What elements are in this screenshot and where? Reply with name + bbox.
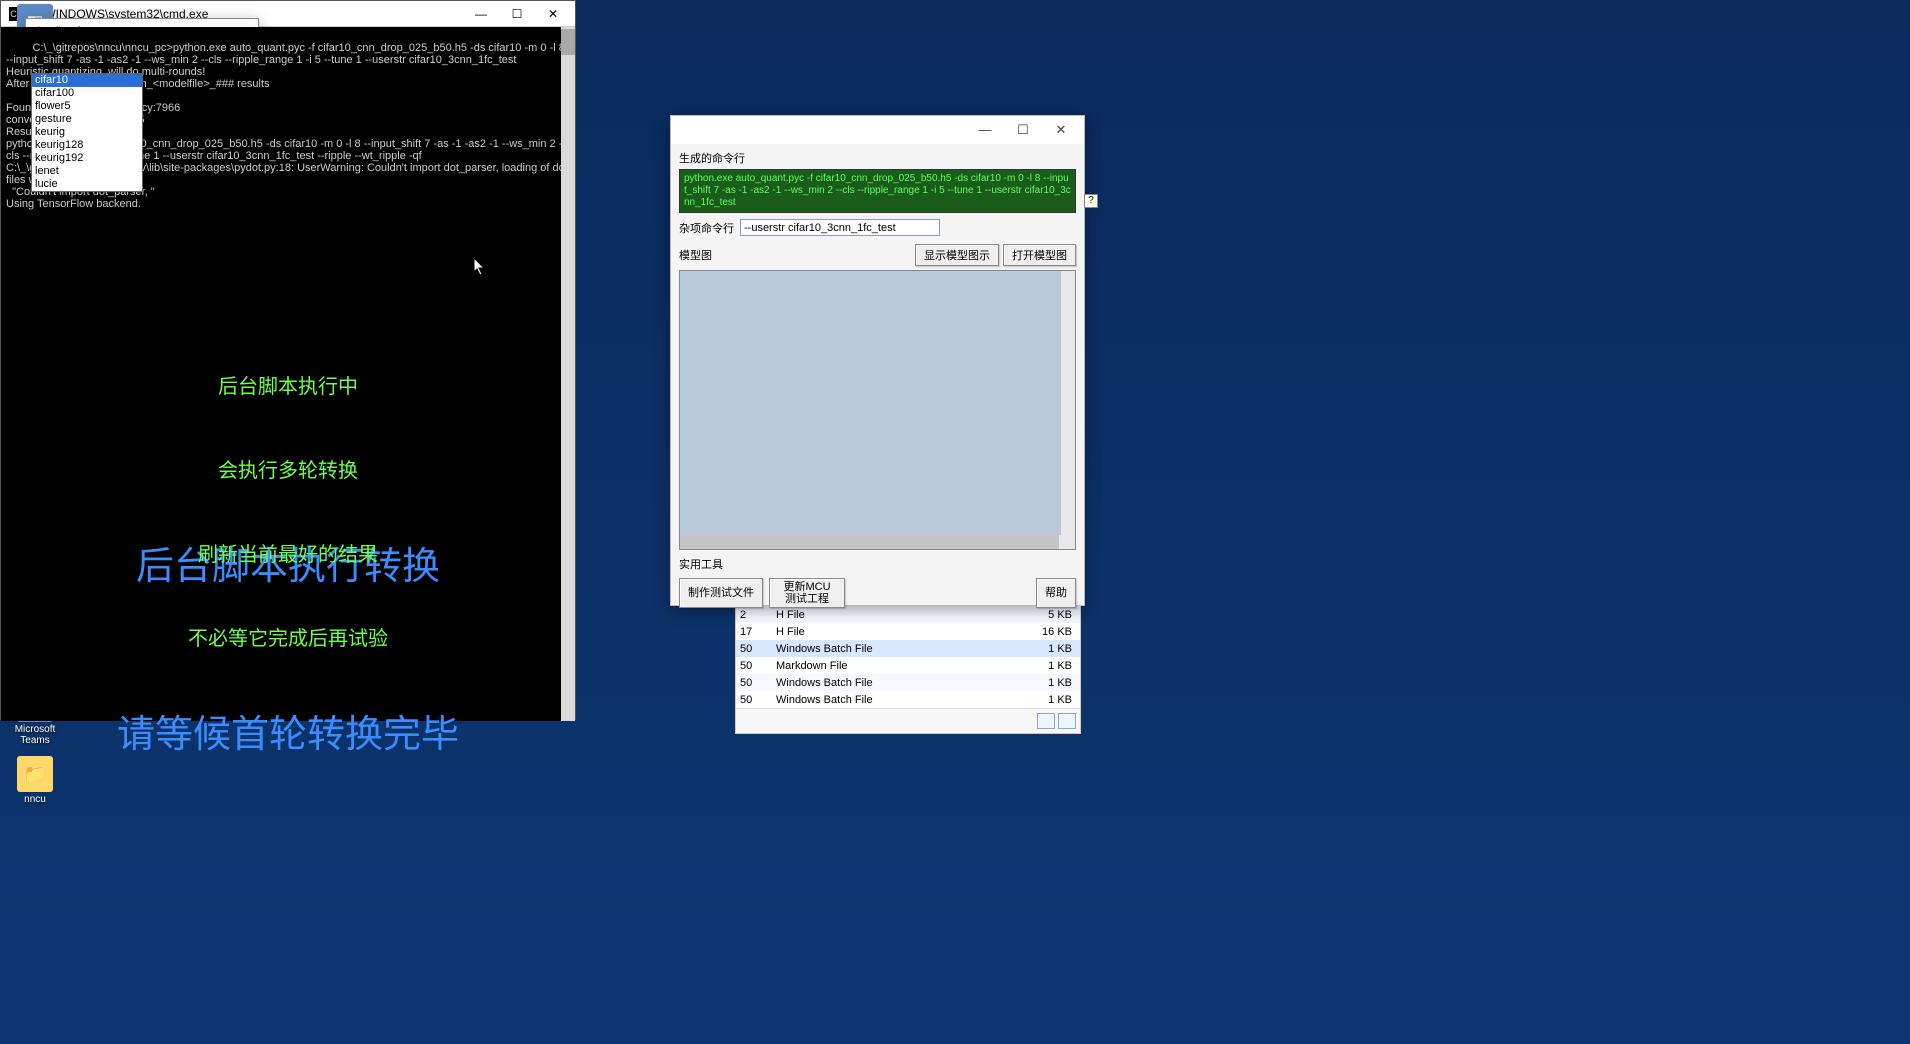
help-button[interactable]: 帮助: [1036, 578, 1076, 608]
file-list[interactable]: 2H File5 KB17H File16 KB50Windows Batch …: [735, 605, 1081, 734]
maximize-icon[interactable]: ☐: [1004, 122, 1042, 138]
dropdown-option[interactable]: keurig192: [32, 152, 142, 165]
util-tools-label: 实用工具: [679, 556, 1076, 572]
model-graph-label: 模型图: [679, 247, 911, 263]
extra-cmdline-label: 杂项命令行: [679, 220, 734, 236]
open-model-button[interactable]: 打开模型图: [1003, 244, 1076, 266]
gui-window: — ☐ ✕ 生成的命令行 python.exe auto_quant.pyc -…: [670, 115, 1085, 606]
dropdown-option[interactable]: keurig: [32, 126, 142, 139]
dropdown-option[interactable]: keurig128: [32, 139, 142, 152]
show-model-button[interactable]: 显示模型图示: [915, 244, 999, 266]
dropdown-option[interactable]: cifar100: [32, 87, 142, 100]
file-row[interactable]: 17H File16 KB: [736, 623, 1080, 640]
file-row[interactable]: 50Windows Batch File1 KB: [736, 640, 1080, 657]
close-icon[interactable]: ✕: [535, 7, 571, 21]
maximize-icon[interactable]: ☐: [499, 7, 535, 21]
dropdown-option[interactable]: gesture: [32, 113, 142, 126]
file-row[interactable]: 50Windows Batch File1 KB: [736, 691, 1080, 708]
view-list-icon[interactable]: [1058, 713, 1076, 729]
dropdown-option[interactable]: cifar10: [32, 74, 142, 87]
dataset-dropdown[interactable]: cifar10cifar100flower5gesturekeurigkeuri…: [31, 73, 143, 192]
make-test-button[interactable]: 制作测试文件: [679, 578, 763, 608]
gen-cmdline-box[interactable]: python.exe auto_quant.pyc -f cifar10_cnn…: [679, 169, 1076, 213]
file-row[interactable]: 50Windows Batch File1 KB: [736, 674, 1080, 691]
minimize-icon[interactable]: —: [966, 122, 1004, 138]
dropdown-option[interactable]: lenet: [32, 165, 142, 178]
dropdown-option[interactable]: lucie: [32, 178, 142, 191]
overlay-status: 后台脚本执行中 会执行多轮转换 刷新当前最好的结果 不必等它完成后再试验: [1, 317, 575, 709]
view-grid-icon[interactable]: [1037, 713, 1055, 729]
dropdown-option[interactable]: flower5: [32, 100, 142, 113]
canvas-scrollbar-h[interactable]: [680, 535, 1075, 549]
extra-cmdline-input[interactable]: [740, 219, 940, 236]
canvas-scrollbar-v[interactable]: [1061, 271, 1075, 535]
model-canvas[interactable]: [679, 270, 1076, 550]
file-row[interactable]: 50Markdown File1 KB: [736, 657, 1080, 674]
close-icon[interactable]: ✕: [1042, 122, 1080, 138]
help-tooltip-icon[interactable]: ?: [1084, 194, 1098, 208]
gui-titlebar[interactable]: — ☐ ✕: [671, 116, 1084, 144]
gen-cmdline-label: 生成的命令行: [679, 150, 1076, 166]
update-mcu-button[interactable]: 更新MCU测试工程: [769, 578, 845, 608]
minimize-icon[interactable]: —: [463, 7, 499, 21]
